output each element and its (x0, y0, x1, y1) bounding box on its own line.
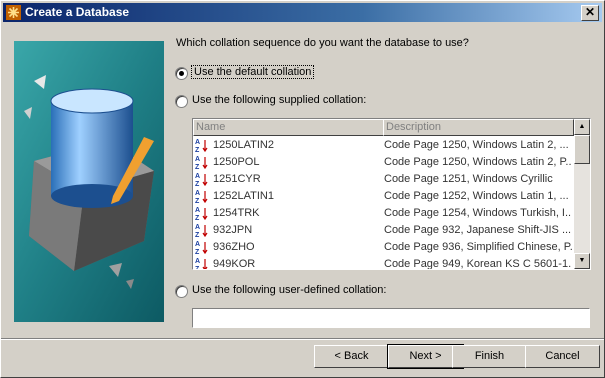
svg-text:A: A (195, 190, 200, 197)
svg-text:A: A (195, 258, 200, 265)
sort-az-icon: AZ (195, 207, 208, 221)
svg-text:Z: Z (195, 249, 200, 255)
collation-list[interactable]: Name Description A Z 1250LATIN2 Code Page 1… (192, 118, 591, 270)
collation-description: Code Page 1254, Windows Turkish, I... (384, 207, 572, 219)
window-title: Create a Database (25, 5, 130, 19)
dialog-window: Create a Database ✕ Which collation sequ… (0, 0, 605, 378)
collation-description: Code Page 1250, Windows Latin 2, ... (384, 139, 569, 151)
database-illustration (14, 41, 164, 322)
svg-text:A: A (195, 156, 200, 163)
collation-name: 949KOR (213, 258, 256, 270)
collation-description: Code Page 1250, Windows Latin 2, P... (384, 156, 572, 168)
collation-question: Which collation sequence do you want the… (176, 37, 469, 49)
list-header: Name Description (193, 119, 574, 136)
collation-row[interactable]: A Z 1252LATIN1 Code Page 1252, Windows Lati… (193, 188, 573, 205)
collation-name: 1250POL (213, 156, 260, 168)
collation-description: Code Page 1252, Windows Latin 1, ... (384, 190, 569, 202)
svg-text:Z: Z (195, 147, 200, 153)
collation-row[interactable]: A Z 1254TRK Code Page 1254, Windows Turkish… (193, 205, 573, 222)
svg-text:Z: Z (195, 232, 200, 238)
sort-az-icon: AZ (195, 173, 208, 187)
svg-text:A: A (195, 139, 200, 146)
close-icon: ✕ (584, 5, 596, 19)
collation-row[interactable]: A Z 1250POL Code Page 1250, Windows Latin 2… (193, 154, 573, 171)
collation-name: 936ZHO (213, 241, 255, 253)
svg-text:A: A (195, 207, 200, 214)
collation-row[interactable]: A Z 1251CYR Code Page 1251, Windows Cyrilli… (193, 171, 573, 188)
svg-text:Z: Z (195, 198, 200, 204)
scroll-down-button[interactable]: ▼ (574, 253, 590, 269)
svg-text:Z: Z (195, 181, 200, 187)
cancel-button[interactable]: Cancel (525, 345, 600, 368)
supplied-collation-label: Use the following supplied collation: (192, 94, 367, 106)
collation-description: Code Page 1251, Windows Cyrillic (384, 173, 553, 185)
sort-az-icon: AZ (195, 224, 208, 238)
collation-name: 1252LATIN1 (213, 190, 274, 202)
default-collation-label-wrap: Use the default collation (190, 65, 315, 79)
sort-az-icon: AZ (195, 258, 208, 270)
svg-text:A: A (195, 173, 200, 180)
collation-description: Code Page 949, Korean KS C 5601-1... (384, 258, 572, 270)
collation-name: 1250LATIN2 (213, 139, 274, 151)
column-header-name[interactable]: Name (193, 119, 384, 136)
svg-text:A: A (195, 224, 200, 231)
back-button[interactable]: < Back (314, 345, 389, 368)
sort-az-icon: AZ (195, 190, 208, 204)
svg-text:Z: Z (195, 164, 200, 170)
close-button[interactable]: ✕ (581, 5, 599, 21)
sybase-app-icon (6, 5, 21, 20)
title-bar[interactable]: Create a Database ✕ (3, 3, 602, 22)
collation-name: 1251CYR (213, 173, 261, 185)
collation-row[interactable]: A Z 1250LATIN2 Code Page 1250, Windows Lati… (193, 137, 573, 154)
button-separator (1, 338, 604, 340)
sort-az-icon: AZ (195, 241, 208, 255)
svg-text:A: A (195, 241, 200, 248)
sort-az-icon: AZ (195, 156, 208, 170)
vertical-scrollbar[interactable]: ▲ ▼ (574, 119, 590, 269)
column-header-description[interactable]: Description (383, 119, 574, 136)
sort-az-icon: AZ (195, 139, 208, 153)
user-defined-collation-label: Use the following user-defined collation… (192, 284, 387, 296)
user-defined-collation-radio[interactable] (175, 285, 188, 298)
collation-name: 932JPN (213, 224, 253, 236)
supplied-collation-radio[interactable] (175, 95, 188, 108)
finish-button[interactable]: Finish (452, 345, 527, 368)
default-collation-label: Use the default collation (190, 65, 315, 79)
user-defined-collation-input[interactable] (192, 308, 590, 328)
collation-description: Code Page 936, Simplified Chinese, P... (384, 241, 572, 253)
scroll-up-button[interactable]: ▲ (574, 119, 590, 135)
svg-text:Z: Z (195, 266, 200, 270)
collation-name: 1254TRK (213, 207, 260, 219)
collation-row[interactable]: A Z 936ZHO Code Page 936, Simplified Chines… (193, 239, 573, 256)
collation-row[interactable]: A Z 932JPN Code Page 932, Japanese Shift-JI… (193, 222, 573, 239)
collation-row[interactable]: A Z 949KOR Code Page 949, Korean KS C 5601-… (193, 256, 573, 270)
svg-text:Z: Z (195, 215, 200, 221)
collation-description: Code Page 932, Japanese Shift-JIS ... (384, 224, 572, 236)
scroll-thumb[interactable] (574, 135, 590, 164)
default-collation-radio[interactable] (175, 67, 188, 80)
